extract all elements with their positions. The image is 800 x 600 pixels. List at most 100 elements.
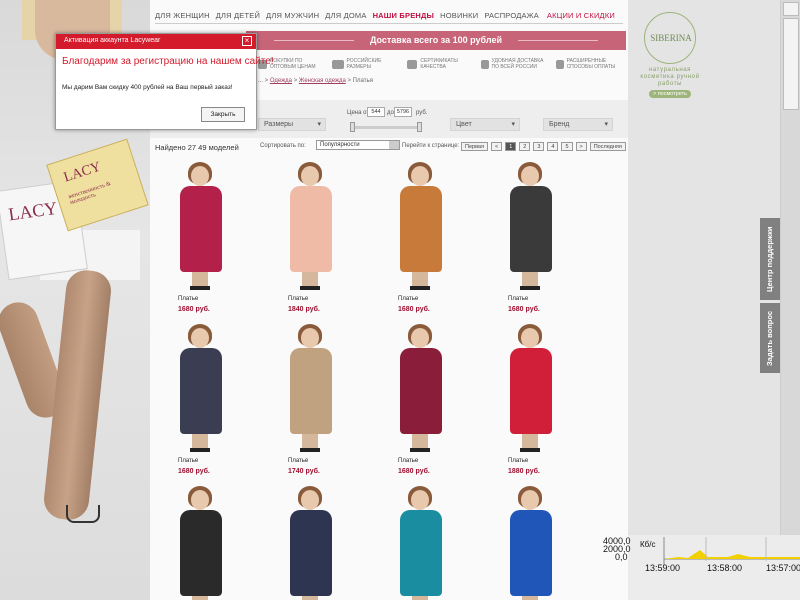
shoe-icon [520,448,540,452]
feature-label: СЕРТИФИКАТЫ КАЧЕСТВА [420,58,458,70]
price-slider-min-handle[interactable] [350,122,355,132]
product-name[interactable]: Платье [508,296,528,302]
sort-select[interactable]: Популярности [316,140,400,150]
model-head [411,490,429,510]
breadcrumb-sep: > [292,78,299,84]
price-to-input[interactable]: 5796 [394,107,412,117]
feature-label: УДОБНАЯ ДОСТАВКА ПО ВСЕЙ РОССИИ [491,58,544,70]
price-unit: руб. [416,110,428,116]
top-navigation: ДЛЯ ЖЕНЩИН ДЛЯ ДЕТЕЙ ДЛЯ МУЖЧИН ДЛЯ ДОМА… [155,8,623,24]
product-name[interactable]: Платье [398,458,418,464]
breadcrumb: ... > Одежда > Женская одежда > Платья [258,78,373,84]
product-name[interactable]: Платье [288,458,308,464]
price-slider[interactable] [352,126,422,129]
scroll-thumb[interactable] [783,18,799,110]
shoe-icon [300,448,320,452]
product-name[interactable]: Платье [178,296,198,302]
siberina-view-button[interactable]: > посмотреть [648,90,692,98]
model-head [191,166,209,186]
breadcrumb-women[interactable]: Женская одежда [299,78,346,84]
dress-shape [510,348,552,434]
product-price: 1740 руб. [288,468,320,475]
product-image[interactable] [370,484,470,600]
delivery-banner[interactable]: Доставка всего за 100 рублей [246,31,626,50]
product-image[interactable] [370,160,470,300]
ask-question-tab[interactable]: Задать вопрос [760,303,780,373]
scroll-up-icon[interactable] [783,2,799,16]
page-4[interactable]: 4 [547,142,559,151]
product-name[interactable]: Платье [178,458,198,464]
brand-dropdown[interactable]: Бренд [543,118,613,131]
product-image[interactable] [150,322,250,462]
page-first[interactable]: Первая [461,142,488,151]
product-image[interactable] [480,484,580,600]
graph-time-2: 13:58:00 [707,563,743,573]
model-head [191,490,209,510]
model-legs [522,272,538,286]
product-image[interactable] [480,160,580,300]
nav-men[interactable]: ДЛЯ МУЖЧИН [266,11,319,20]
nav-promo-link[interactable]: АКЦИИ И СКИДКИ [547,11,615,20]
product-name[interactable]: Платье [508,458,528,464]
nav-sale[interactable]: РАСПРОДАЖА [484,11,539,20]
popup-title: Благодарим за регистрацию на нашем сайте… [62,56,274,67]
product-image[interactable] [260,322,360,462]
feature-label: РАСШИРЕННЫЕ СПОСОБЫ ОПЛАТЫ [566,58,616,70]
support-center-tab[interactable]: Центр поддержки [760,218,780,300]
product-image[interactable] [150,484,250,600]
dress-shape [180,186,222,272]
model-legs [412,434,428,448]
price-to-label: до [387,110,394,116]
siberina-ad[interactable]: SIBERINA натуральная косметика ручной ра… [640,12,700,112]
page-5[interactable]: 5 [561,142,573,151]
siberina-brand: SIBERINA [650,33,692,43]
page-scrollbar[interactable] [780,0,800,560]
popup-header: Активация аккаунта Lacywear × [56,34,256,49]
shoe-icon [410,286,430,290]
page-next[interactable]: > [575,142,587,151]
size-dropdown[interactable]: Размеры [258,118,326,131]
nav-kids[interactable]: ДЛЯ ДЕТЕЙ [216,11,260,20]
product-price: 1680 руб. [178,306,210,313]
model-head [411,166,429,186]
shoe-icon [190,448,210,452]
product-image[interactable] [370,322,470,462]
popup-close-button[interactable]: Закрыть [201,107,245,122]
color-dropdown[interactable]: Цвет [450,118,520,131]
feature-label: РОССИЙСКИЕ РАЗМЕРЫ [346,58,382,70]
graph-time-1: 13:59:00 [645,563,681,573]
model-legs [412,596,428,600]
nav-women[interactable]: ДЛЯ ЖЕНЩИН [155,11,210,20]
dress-shape [400,348,442,434]
nav-new[interactable]: НОВИНКИ [440,11,478,20]
model-head [521,328,539,348]
pagination: Первая < 1 2 3 4 5 > Последняя [461,142,626,151]
page-prev[interactable]: < [490,142,503,151]
nav-brands[interactable]: НАШИ БРЕНДЫ [373,11,435,20]
product-price: 1680 руб. [398,306,430,313]
product-name[interactable]: Платье [288,296,308,302]
product-image[interactable] [260,484,360,600]
product-image[interactable] [260,160,360,300]
price-from-input[interactable]: 544 [367,107,385,117]
page-1[interactable]: 1 [505,142,517,151]
product-image[interactable] [480,322,580,462]
page-3[interactable]: 3 [533,142,545,151]
close-icon[interactable]: × [242,36,252,46]
activation-popup: Активация аккаунта Lacywear × Благодарим… [55,33,274,130]
feature-delivery: УДОБНАЯ ДОСТАВКА ПО ВСЕЙ РОССИИ [481,56,551,72]
page-2[interactable]: 2 [519,142,531,151]
product-name[interactable]: Платье [398,296,418,302]
model-head [301,328,319,348]
breadcrumb-clothing[interactable]: Одежда [270,78,292,84]
feature-sizes: РОССИЙСКИЕ РАЗМЕРЫ [332,56,402,72]
product-image[interactable] [150,160,250,300]
feature-label: ПОКУПКИ ПО ОПТОВЫМ ЦЕНАМ [269,58,316,70]
model-head [411,328,429,348]
graph-y-bot: 0,0 [615,552,628,562]
price-slider-max-handle[interactable] [417,122,422,132]
page-last[interactable]: Последняя [589,142,626,151]
dress-shape [290,510,332,596]
siberina-tagline: натуральная косметика ручной работы [640,67,700,87]
nav-home[interactable]: ДЛЯ ДОМА [325,11,366,20]
